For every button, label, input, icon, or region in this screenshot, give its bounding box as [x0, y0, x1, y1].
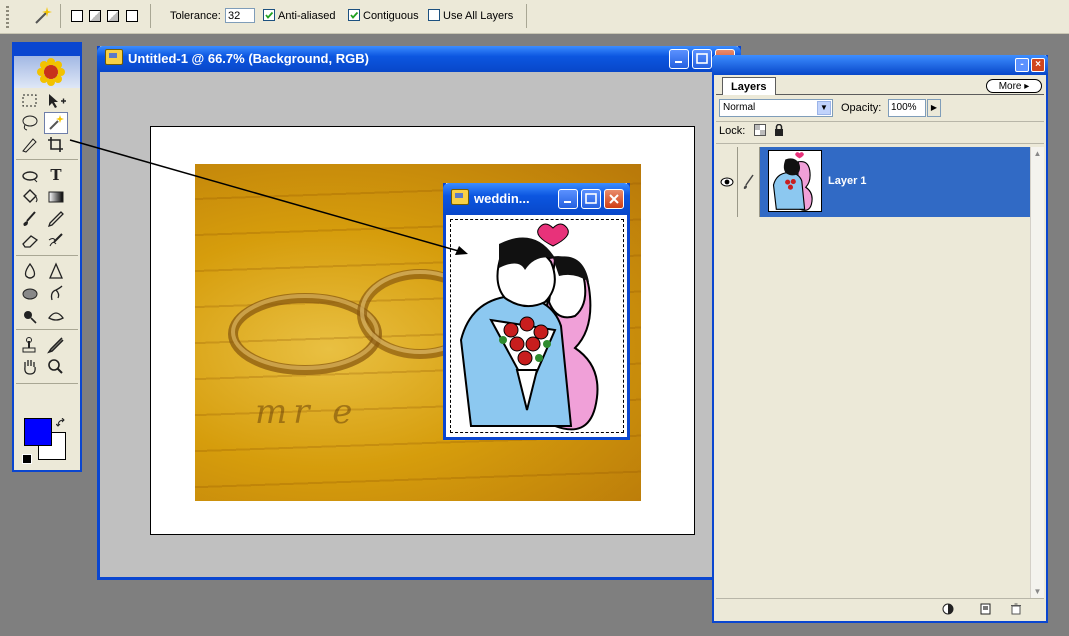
chevron-down-icon[interactable]: ▼ [817, 101, 831, 115]
new-layer-icon[interactable] [980, 603, 992, 615]
layer-link-cell[interactable] [738, 147, 760, 217]
scroll-up-icon[interactable]: ▲ [1031, 147, 1044, 161]
collapse-palette-button[interactable]: - [1015, 58, 1029, 72]
lock-label: Lock: [719, 125, 746, 137]
blend-mode-select[interactable]: Normal ▼ [719, 99, 833, 117]
brush-icon [743, 174, 754, 189]
lock-transparency-icon[interactable] [754, 124, 766, 136]
layer-list: Layer 1 [716, 147, 1046, 599]
opacity-input[interactable]: 100% [888, 99, 926, 117]
layer-row[interactable]: Layer 1 [716, 147, 1032, 217]
layer-list-scrollbar[interactable]: ▲ ▼ [1030, 147, 1044, 599]
lock-all-icon[interactable] [773, 124, 785, 136]
divider [716, 121, 1044, 122]
adjustment-layer-icon[interactable] [942, 603, 954, 615]
trash-icon[interactable] [1010, 603, 1022, 615]
layers-footer [716, 598, 1044, 619]
layer-thumbnail[interactable] [768, 150, 822, 212]
eye-icon [720, 177, 734, 187]
layers-palette: - × Layers More ▸ Normal ▼ Opacity: 100%… [712, 55, 1048, 623]
opacity-slider-arrow-icon[interactable]: ▶ [927, 99, 941, 117]
layers-palette-title-bar[interactable]: - × [712, 55, 1048, 75]
layer-name[interactable]: Layer 1 [828, 175, 867, 187]
couple-thumbnail-icon [772, 152, 813, 211]
scroll-down-icon[interactable]: ▼ [1031, 585, 1044, 599]
blend-mode-value: Normal [723, 102, 756, 113]
divider [716, 143, 1044, 144]
more-label: More [998, 81, 1022, 92]
more-options-button[interactable]: More ▸ [986, 79, 1042, 93]
tab-layers[interactable]: Layers [722, 77, 776, 95]
opacity-label: Opacity: [841, 102, 882, 114]
close-palette-button[interactable]: × [1031, 58, 1045, 72]
visibility-toggle[interactable] [716, 147, 738, 217]
